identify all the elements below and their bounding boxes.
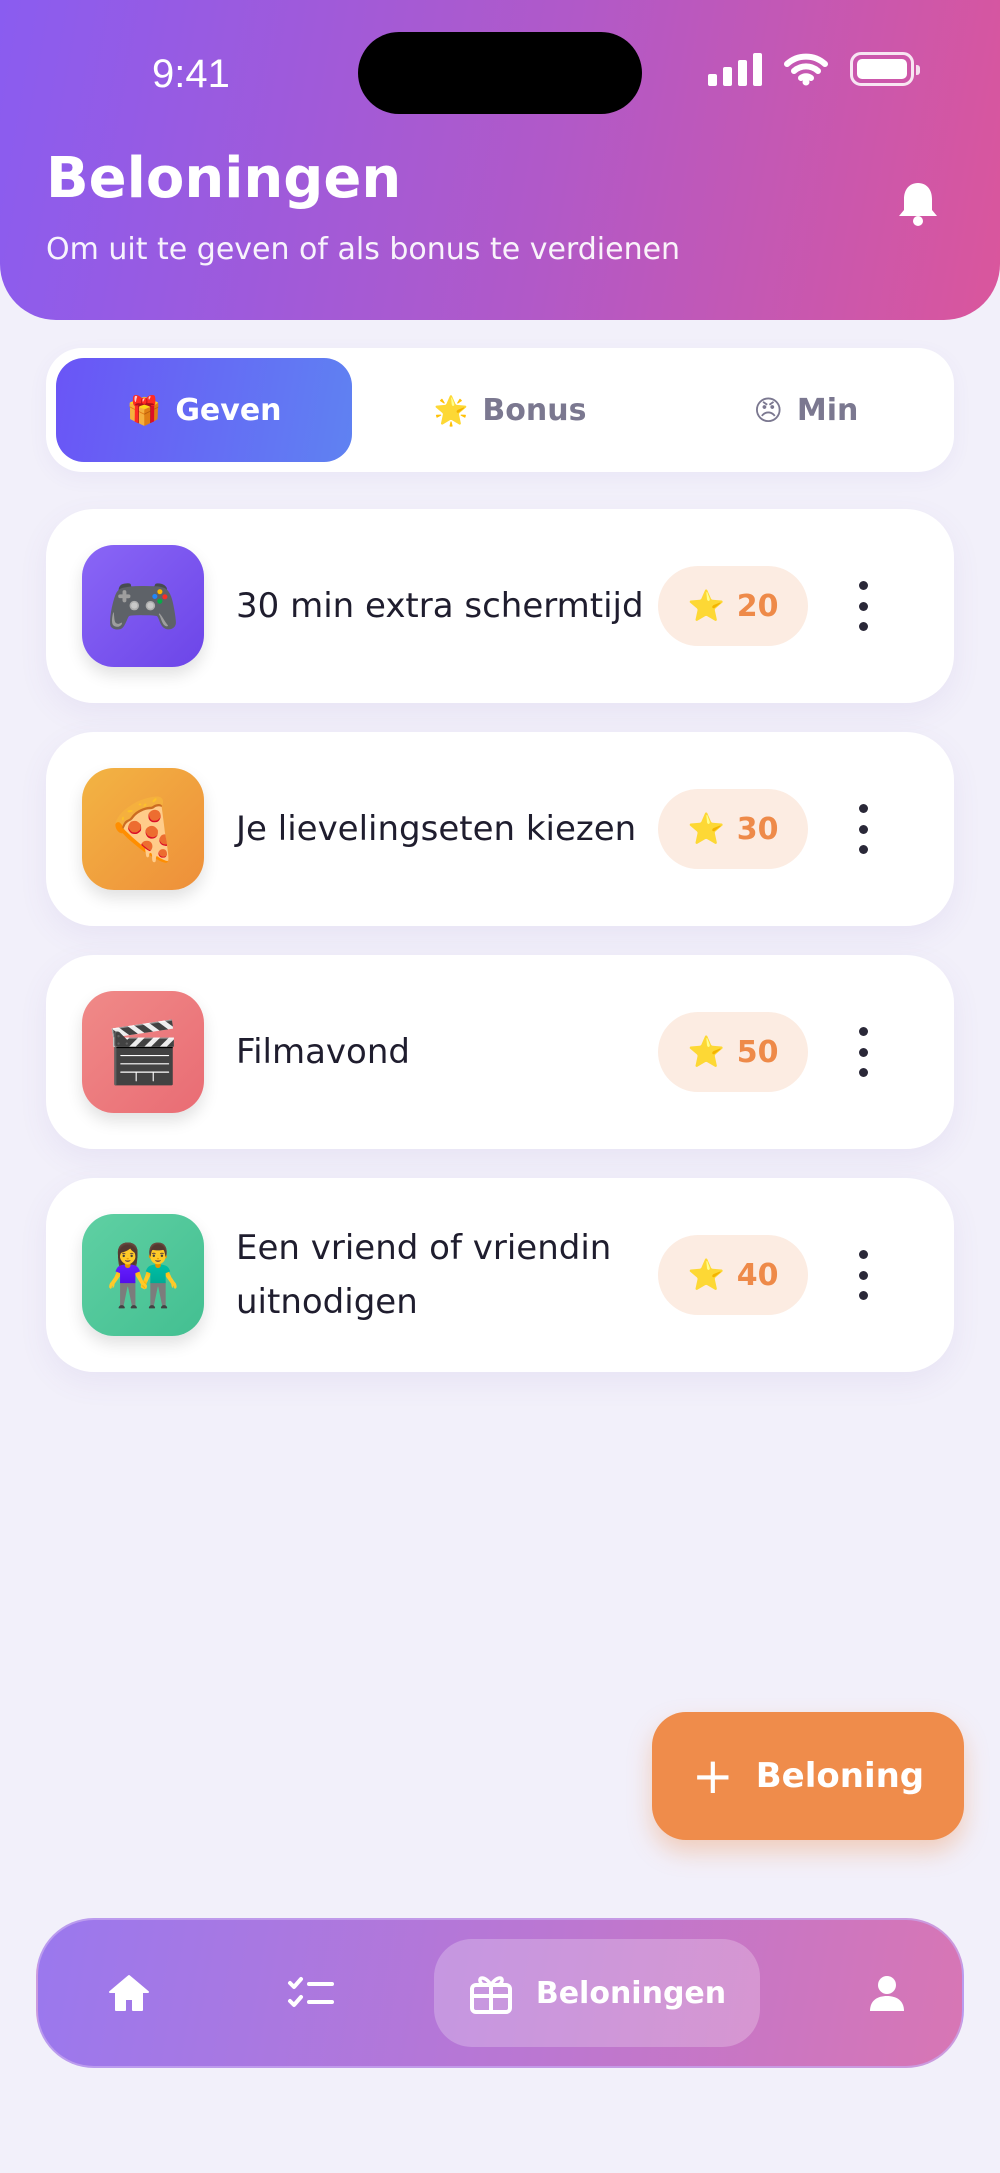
star-icon: ⭐ [687, 811, 725, 847]
points-value: 30 [736, 811, 779, 847]
header: 9:41 Beloningen Om uit te geven of als b… [0, 0, 1000, 320]
add-reward-label: Beloning [755, 1756, 925, 1796]
tab-min[interactable]: 😠 Min [668, 358, 944, 462]
nav-profile[interactable] [844, 1920, 930, 2066]
friends-icon: 👫 [82, 1214, 204, 1336]
plus-icon: + [691, 1747, 734, 1805]
reward-card[interactable]: 🍕 Je lievelingseten kiezen ⭐ 30 [46, 732, 954, 926]
add-reward-button[interactable]: + Beloning [652, 1712, 964, 1840]
status-icons [708, 52, 920, 86]
tab-geven[interactable]: 🎁 Geven [56, 358, 352, 462]
more-options-icon[interactable] [854, 1027, 872, 1077]
battery-icon [850, 52, 920, 86]
pizza-icon: 🍕 [82, 768, 204, 890]
nav-home[interactable] [86, 1920, 172, 2066]
home-icon [109, 1975, 149, 2011]
star-icon: ⭐ [687, 1257, 725, 1293]
points-badge: ⭐ 50 [658, 1012, 808, 1092]
dynamic-island [358, 32, 642, 114]
star-icon: ⭐ [687, 588, 725, 624]
tab-bonus[interactable]: 🌟 Bonus [352, 358, 668, 462]
angry-face-icon: 😠 [753, 393, 783, 427]
reward-title: 30 min extra schermtijd [236, 586, 644, 626]
reward-card[interactable]: 🎬 Filmavond ⭐ 50 [46, 955, 954, 1149]
reward-title: Je lievelingseten kiezen [236, 809, 637, 849]
reward-title: Een vriend of vriendin uitnodigen [236, 1228, 612, 1322]
game-controller-icon: 🎮 [82, 545, 204, 667]
checklist-icon [288, 1977, 334, 2007]
nav-rewards[interactable]: Beloningen [434, 1939, 760, 2047]
more-options-icon[interactable] [854, 1250, 872, 1300]
page-subtitle: Om uit te geven of als bonus te verdiene… [46, 232, 681, 267]
gift-icon: 🎁 [126, 393, 162, 427]
reward-tabs: 🎁 Geven 🌟 Bonus 😠 Min [46, 348, 954, 472]
reward-card[interactable]: 🎮 30 min extra schermtijd ⭐ 20 [46, 509, 954, 703]
more-options-icon[interactable] [854, 804, 872, 854]
points-badge: ⭐ 20 [658, 566, 808, 646]
points-badge: ⭐ 40 [658, 1235, 808, 1315]
status-time: 9:41 [152, 52, 230, 96]
points-value: 50 [736, 1034, 779, 1070]
more-options-icon[interactable] [854, 581, 872, 631]
tab-label: Bonus [482, 392, 587, 428]
nav-tasks[interactable] [268, 1920, 354, 2066]
reward-title: Filmavond [236, 1032, 410, 1072]
points-value: 40 [736, 1257, 779, 1293]
clapper-board-icon: 🎬 [82, 991, 204, 1113]
tab-label: Geven [175, 392, 282, 428]
profile-icon [870, 1976, 904, 2011]
page-title: Beloningen [46, 146, 402, 211]
bottom-nav: Beloningen [36, 1918, 964, 2068]
gift-icon [469, 1976, 512, 2014]
cellular-signal-icon [708, 52, 762, 86]
points-badge: ⭐ 30 [658, 789, 808, 869]
bell-icon[interactable] [896, 180, 940, 226]
points-value: 20 [736, 588, 779, 624]
reward-card[interactable]: 👫 Een vriend of vriendin uitnodigen ⭐ 40 [46, 1178, 954, 1372]
wifi-icon [784, 53, 828, 86]
tab-label: Min [796, 392, 859, 428]
glowing-star-icon: 🌟 [433, 393, 469, 427]
star-icon: ⭐ [687, 1034, 725, 1070]
nav-rewards-label: Beloningen [535, 1975, 727, 2011]
